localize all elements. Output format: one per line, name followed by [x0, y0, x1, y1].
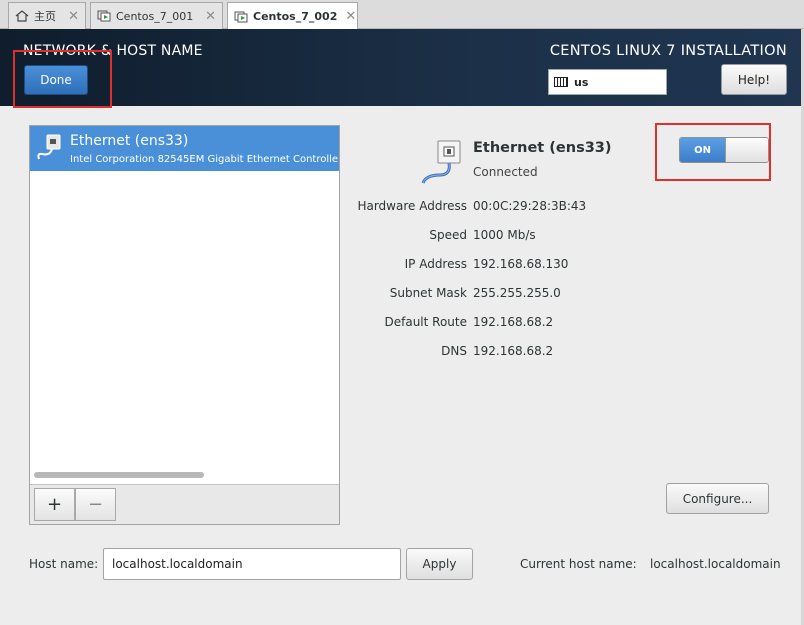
device-list: Ethernet (ens33) Intel Corporation 82545…: [30, 126, 339, 484]
help-button[interactable]: Help!: [721, 64, 787, 95]
default-route-label: Default Route: [384, 315, 468, 329]
configure-button[interactable]: Configure...: [666, 483, 769, 514]
keyboard-layout-indicator[interactable]: us: [548, 69, 667, 95]
hardware-address-value: 00:0C:29:28:3B:43: [473, 199, 587, 213]
dns-value: 192.168.68.2: [473, 344, 554, 358]
close-icon[interactable]: ✕: [205, 9, 216, 24]
vm-icon: [97, 10, 111, 22]
close-icon[interactable]: ✕: [345, 9, 356, 24]
horizontal-scrollbar[interactable]: [34, 472, 204, 478]
installation-title: CENTOS LINUX 7 INSTALLATION: [549, 43, 787, 59]
tab-label: 主页: [34, 10, 56, 23]
apply-button[interactable]: Apply: [406, 548, 473, 580]
device-name: Ethernet (ens33): [70, 133, 189, 149]
add-device-button[interactable]: +: [34, 488, 75, 521]
subnet-mask-value: 255.255.255.0: [473, 286, 561, 300]
default-route-value: 192.168.68.2: [473, 315, 554, 329]
device-detail-name: Ethernet (ens33): [473, 140, 612, 156]
tab-label: Centos_7_001: [116, 9, 194, 23]
dns-label: DNS: [441, 344, 467, 358]
highlight-box: [13, 50, 112, 108]
ethernet-cable-icon: [36, 132, 64, 162]
ip-address-label: IP Address: [404, 257, 467, 271]
connection-status: Connected: [473, 165, 538, 179]
hardware-address-label: Hardware Address: [357, 199, 467, 213]
device-description: Intel Corporation 82545EM Gigabit Ethern…: [70, 154, 339, 165]
remove-device-button[interactable]: −: [75, 488, 116, 521]
highlight-box: [655, 123, 771, 181]
tab-home[interactable]: 主页 ✕: [8, 2, 86, 29]
close-icon[interactable]: ✕: [68, 9, 79, 24]
vm-icon: [234, 11, 248, 23]
device-list-panel: Ethernet (ens33) Intel Corporation 82545…: [29, 125, 340, 525]
ethernet-cable-icon: [418, 139, 468, 185]
current-hostname-value: localhost.localdomain: [650, 557, 781, 571]
speed-value: 1000 Mb/s: [473, 228, 536, 242]
device-list-toolbar: + −: [30, 484, 339, 524]
keyboard-layout-label: us: [574, 75, 589, 89]
keyboard-icon: [554, 77, 568, 87]
list-item-ethernet-ens33[interactable]: Ethernet (ens33) Intel Corporation 82545…: [30, 126, 339, 171]
tab-centos-7-001[interactable]: Centos_7_001 ✕: [90, 2, 223, 29]
hostname-label: Host name:: [29, 557, 99, 571]
current-hostname-label: Current host name:: [520, 557, 637, 571]
tab-centos-7-002[interactable]: Centos_7_002 ✕: [227, 2, 358, 30]
home-icon: [15, 10, 29, 22]
hostname-input[interactable]: [103, 548, 401, 580]
subnet-mask-label: Subnet Mask: [389, 286, 467, 300]
installer-header: NETWORK & HOST NAME Done CENTOS LINUX 7 …: [0, 29, 804, 108]
vm-tab-bar: 主页 ✕ Centos_7_001 ✕ Centos_7_002 ✕: [0, 0, 804, 30]
tab-label: Centos_7_002: [253, 10, 338, 23]
ip-address-value: 192.168.68.130: [473, 257, 569, 271]
speed-label: Speed: [429, 228, 467, 242]
